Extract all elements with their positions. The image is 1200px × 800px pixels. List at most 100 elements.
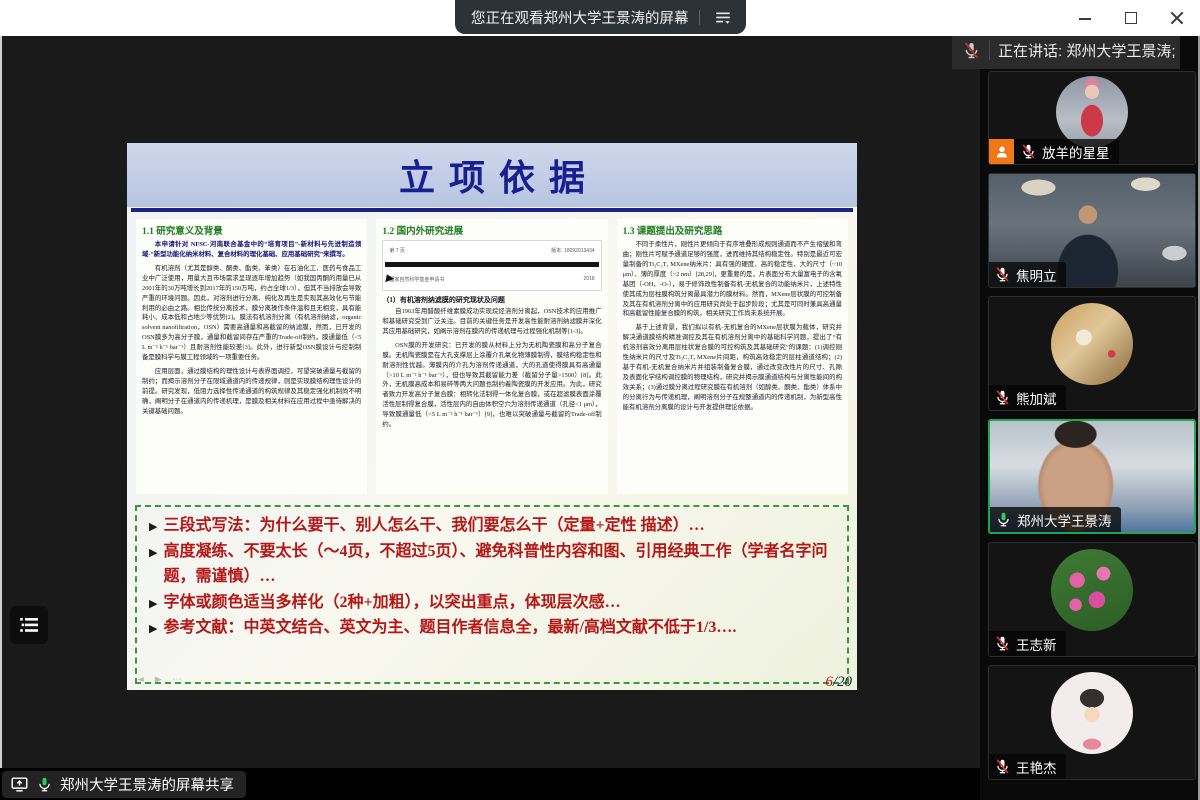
column-heading: 1.1 研究意义及背景 — [142, 223, 361, 237]
screen-view-banner: 您正在观看郑州大学王景涛的屏幕 — [455, 0, 746, 34]
tip-item: ▶ 字体或颜色适当多样化（2种+加粗），以突出重点，体现层次感… — [149, 590, 835, 616]
column-research-significance: 1.1 研究意义及背景 本申请针对 NFSC-河南联合基金中的“培育项目”-新材… — [136, 219, 367, 494]
tip-item: ▶ 三段式写法：为什么要干、别人怎么干、我们要怎么干（定量+定性 描述）… — [149, 513, 835, 539]
mic-muted-icon — [994, 266, 1011, 283]
mic-muted-icon — [994, 389, 1011, 406]
writing-tips-box: ▶ 三段式写法：为什么要干、别人怎么干、我们要怎么干（定量+定性 描述）… ▶ … — [135, 505, 849, 684]
mic-status — [994, 758, 1011, 775]
slide-title: 立项依据 — [385, 149, 599, 201]
doc-page-label: 第 7 页 — [389, 247, 405, 254]
share-screen-icon — [10, 775, 29, 794]
person-icon — [994, 144, 1010, 160]
doc-version-label: 版本: 18092013434 — [551, 247, 594, 254]
close-button[interactable] — [1170, 11, 1184, 25]
doc-year: 2018 — [584, 276, 595, 283]
avatar — [1051, 303, 1133, 385]
active-speaker-banner: 正在讲话: 郑州大学王景涛; — [952, 31, 1180, 69]
participant-name: 熊加斌 — [1016, 388, 1057, 408]
minimize-button[interactable] — [1078, 11, 1092, 25]
arrow-bullet-icon: ▶ — [149, 544, 157, 562]
doc-title: 国家自然科学基金申请书 — [389, 276, 444, 283]
participants-panel: 正在讲话: 郑州大学王景涛; 放羊的星星 焦明立 — [980, 36, 1200, 800]
slide-title-banner: 立项依据 — [127, 143, 857, 207]
participant-tile[interactable]: 焦明立 — [988, 173, 1196, 288]
participant-nameplate: 放羊的星星 — [989, 139, 1119, 164]
participant-name: 王艳杰 — [1016, 757, 1057, 777]
mic-muted-icon — [962, 41, 981, 60]
tip-text: 三段式写法：为什么要干、别人怎么干、我们要怎么干（定量+定性 描述）… — [163, 513, 704, 539]
slide-columns: 1.1 研究意义及背景 本申请针对 NFSC-河南联合基金中的“培育项目”-新材… — [127, 212, 857, 494]
avatar — [1051, 672, 1133, 754]
tip-text: 字体或颜色适当多样化（2种+加粗），以突出重点，体现层次感… — [163, 590, 620, 616]
column-paragraph: 不同于柔性片，刚性片更倾向于有序堆叠形成规则通道而不产生褶皱和弯曲；刚性片可赋予… — [623, 240, 842, 319]
screen-share-indicator[interactable]: 郑州大学王景涛的屏幕共享 — [2, 771, 246, 798]
participant-tile-active-speaker[interactable]: 郑州大学王景涛 — [988, 419, 1196, 534]
participant-tile[interactable]: 熊加斌 — [988, 296, 1196, 411]
column-paragraph: 自1963年用醋酸纤维素膜成功实现烷烃溶剂分离起，OSN技术的应用推广和基础研究… — [382, 307, 601, 337]
column-heading: 1.3 课题提出及研究思路 — [623, 223, 842, 237]
slideshow-nav-controls[interactable]: ◄ ▶ ⋯ — [137, 675, 186, 685]
list-icon — [17, 613, 41, 637]
maximize-button[interactable] — [1124, 11, 1138, 25]
host-badge — [989, 139, 1014, 164]
participant-name: 王志新 — [1016, 634, 1057, 654]
participant-tile[interactable]: 放羊的星星 — [988, 71, 1196, 165]
arrow-bullet-icon: ▶ — [149, 518, 157, 536]
mic-status — [995, 511, 1012, 528]
doc-header-row: 第 7 页 版本: 18092013434 — [387, 243, 596, 262]
share-indicator-label: 郑州大学王景涛的屏幕共享 — [60, 774, 234, 795]
column-lead-paragraph: 本申请针对 NFSC-河南联合基金中的“培育项目”-新材料与先进制造领域-“新型… — [142, 240, 361, 260]
column-subheading: （1）有机溶剂纳滤膜的研究现状及问题 — [382, 295, 601, 305]
participant-nameplate: 焦明立 — [989, 262, 1066, 287]
participant-tile[interactable]: 王艳杰 — [988, 665, 1196, 780]
top-bar: 您正在观看郑州大学王景涛的屏幕 — [0, 0, 1200, 36]
column-paragraph: OSN膜的开发研究：已开发的膜从材料上分为无机陶瓷膜和高分子复合膜。无机陶瓷膜是… — [382, 341, 601, 430]
column-paragraph: 应用层面，通过膜结构的理性设计与表界面调控，可望突破通量与截留的制约；而揭示溶剂… — [142, 367, 361, 417]
meeting-controls-toggle-button[interactable] — [10, 606, 48, 644]
doc-title-row: 国家自然科学基金申请书 2018 — [387, 267, 596, 287]
participant-nameplate: 郑州大学王景涛 — [990, 507, 1121, 532]
participant-tile[interactable]: 王志新 — [988, 542, 1196, 657]
active-speaker-label: 正在讲话: 郑州大学王景涛; — [998, 40, 1176, 61]
participant-nameplate: 熊加斌 — [989, 385, 1066, 410]
view-options-button[interactable] — [710, 5, 736, 29]
tip-item: ▶ 参考文献：中英文结合、英文为主、题目作者信息全，最新/高档文献不低于1/3…… — [149, 615, 835, 641]
screen-view-title: 您正在观看郑州大学王景涛的屏幕 — [471, 7, 689, 28]
tip-text: 参考文献：中英文结合、英文为主、题目作者信息全，最新/高档文献不低于1/3…. — [163, 615, 736, 641]
tip-text: 高度凝练、不要太长（～4页，不超过5页）、避免科普性内容和图、引用经典工作（学者… — [163, 539, 835, 590]
arrow-bullet-icon: ▶ — [149, 620, 157, 638]
shared-screen-area: 立项依据 1.1 研究意义及背景 本申请针对 NFSC-河南联合基金中的“培育项… — [0, 36, 980, 768]
column-heading: 1.2 国内外研究进展 — [382, 223, 601, 237]
avatar — [1051, 549, 1133, 631]
participant-nameplate: 王艳杰 — [989, 754, 1066, 779]
embedded-document-screenshot: 第 7 页 版本: 18092013434 国家自然科学基金申请书 2018 — [382, 240, 601, 291]
column-paragraph: 基于上述背景，我们拟以有机-无机复合的MXene层状膜为载体，研究并解决通道膜结… — [623, 323, 842, 412]
column-research-progress: 1.2 国内外研究进展 第 7 页 版本: 18092013434 国家自然科学… — [376, 219, 607, 494]
window-controls — [1078, 0, 1184, 36]
participant-name: 郑州大学王景涛 — [1017, 510, 1112, 530]
participant-name: 焦明立 — [1016, 265, 1057, 285]
mic-muted-icon — [1020, 143, 1037, 160]
mic-status — [994, 266, 1011, 283]
mic-on-icon — [995, 511, 1012, 528]
mic-muted-icon — [994, 635, 1011, 652]
pill-divider — [699, 10, 700, 25]
mic-status — [994, 389, 1011, 406]
mic-status — [1020, 143, 1037, 160]
column-paragraph: 有机溶剂（尤其是醇类、酮类、酯类、苯类）在石油化工、医药与食品工业中广泛使用，用… — [142, 264, 361, 363]
avatar — [1056, 76, 1128, 148]
arrow-bullet-icon: ▶ — [149, 595, 157, 613]
slide-page-number: 6/20 — [825, 674, 852, 691]
column-research-approach: 1.3 课题提出及研究思路 不同于柔性片，刚性片更倾向于有序堆叠形成规则通道而不… — [617, 219, 848, 494]
page-total: /20 — [833, 674, 852, 690]
mic-on-icon — [36, 776, 53, 793]
participant-nameplate: 王志新 — [989, 631, 1066, 656]
presentation-slide: 立项依据 1.1 研究意义及背景 本申请针对 NFSC-河南联合基金中的“培育项… — [127, 143, 857, 690]
mic-status — [994, 635, 1011, 652]
menu-caret-icon — [714, 8, 732, 26]
mic-muted-icon — [994, 758, 1011, 775]
participant-name: 放羊的星星 — [1042, 142, 1110, 162]
banner-divider — [989, 40, 990, 60]
page-current: 6 — [825, 674, 833, 690]
tip-item: ▶ 高度凝练、不要太长（～4页，不超过5页）、避免科普性内容和图、引用经典工作（… — [149, 539, 835, 590]
